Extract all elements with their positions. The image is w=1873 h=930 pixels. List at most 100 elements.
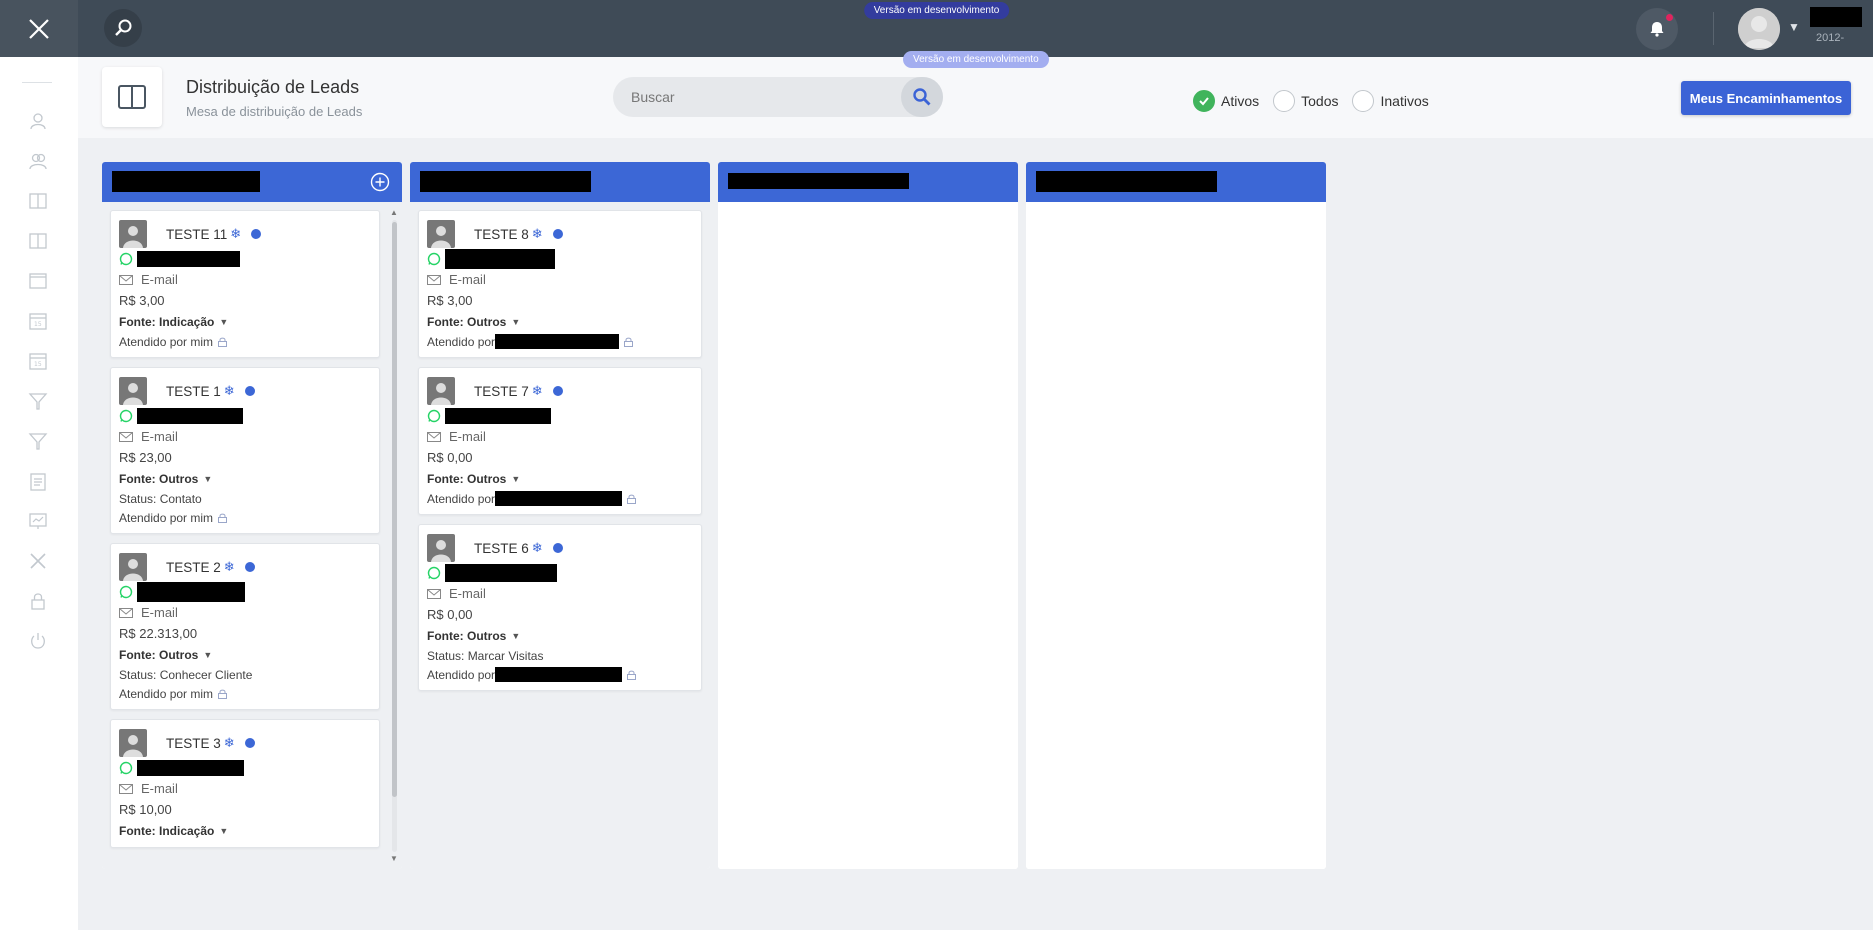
mail-icon bbox=[427, 274, 441, 285]
sidebar-item-presentation[interactable] bbox=[26, 509, 50, 533]
snowflake-icon: ❄ bbox=[223, 383, 235, 398]
sidebar-item-calendar-2[interactable]: 15 bbox=[26, 349, 50, 373]
whatsapp-icon[interactable] bbox=[119, 761, 133, 775]
sidebar-item-filter-2[interactable] bbox=[26, 429, 50, 453]
lead-card[interactable]: TESTE 3 ❄ E-mail R$ 10,00 Fonte: Indicaç… bbox=[110, 719, 380, 848]
sidebar-item-clipboard[interactable] bbox=[26, 469, 50, 493]
column-card-list[interactable] bbox=[1026, 202, 1326, 869]
user-avatar[interactable] bbox=[1738, 8, 1780, 50]
search-button[interactable] bbox=[901, 77, 943, 117]
fonte-value: Outros bbox=[467, 628, 507, 643]
sidebar-item-tools[interactable] bbox=[26, 549, 50, 573]
power-icon bbox=[31, 633, 45, 649]
user-name-redacted bbox=[1810, 7, 1862, 27]
column-card-list[interactable] bbox=[718, 202, 1018, 869]
scroll-down-icon[interactable]: ▼ bbox=[389, 854, 399, 864]
fonte-dropdown[interactable]: Fonte: Outros ▼ bbox=[427, 311, 693, 332]
notifications-button[interactable] bbox=[1636, 8, 1678, 50]
sidebar-item-users[interactable] bbox=[26, 149, 50, 173]
caret-down-icon: ▼ bbox=[511, 473, 521, 484]
whatsapp-icon[interactable] bbox=[119, 252, 133, 266]
lead-email[interactable]: E-mail bbox=[449, 586, 486, 601]
lead-card[interactable]: TESTE 8 ❄ E-mail R$ 3,00 Fonte: Outros ▼ … bbox=[418, 210, 702, 358]
global-search-button[interactable] bbox=[104, 9, 142, 47]
dev-version-badge-secondary: Versão em desenvolvimento bbox=[903, 51, 1049, 68]
status-dot bbox=[552, 229, 563, 239]
filter-todos[interactable]: Todos bbox=[1273, 90, 1338, 112]
filter-ativos[interactable]: Ativos bbox=[1193, 90, 1259, 112]
lock-icon bbox=[627, 494, 637, 504]
fonte-dropdown[interactable]: Fonte: Outros ▼ bbox=[427, 468, 693, 489]
fonte-dropdown[interactable]: Fonte: Indicação ▼ bbox=[119, 311, 371, 332]
presentation-icon bbox=[29, 513, 47, 529]
lead-avatar bbox=[119, 377, 147, 405]
lead-email[interactable]: E-mail bbox=[449, 272, 486, 287]
whatsapp-icon[interactable] bbox=[427, 566, 441, 580]
fonte-dropdown[interactable]: Fonte: Outros ▼ bbox=[427, 625, 693, 646]
fonte-dropdown[interactable]: Fonte: Indicação ▼ bbox=[119, 820, 371, 841]
sidebar-item-book-2[interactable] bbox=[26, 229, 50, 253]
close-button[interactable] bbox=[0, 0, 78, 57]
lead-email[interactable]: E-mail bbox=[141, 781, 178, 796]
atendido-label: Atendido por mim bbox=[119, 686, 214, 701]
lead-card[interactable]: TESTE 6 ❄ E-mail R$ 0,00 Fonte: Outros ▼ … bbox=[418, 524, 702, 691]
sidebar-item-filter[interactable] bbox=[26, 389, 50, 413]
sidebar-item-power[interactable] bbox=[26, 629, 50, 653]
lead-email[interactable]: E-mail bbox=[141, 272, 178, 287]
scroll-up-icon[interactable]: ▲ bbox=[389, 208, 399, 218]
search-icon bbox=[913, 88, 931, 106]
lead-email[interactable]: E-mail bbox=[449, 429, 486, 444]
fonte-label: Fonte: bbox=[119, 471, 156, 486]
caret-down-icon: ▼ bbox=[219, 316, 229, 327]
lead-card[interactable]: TESTE 11 ❄ E-mail R$ 3,00 Fonte: Indicaç… bbox=[110, 210, 380, 358]
page-header: Distribuição de Leads Mesa de distribuiç… bbox=[78, 51, 1873, 138]
lead-name: TESTE 6 bbox=[474, 540, 529, 556]
filter-icon bbox=[28, 393, 48, 410]
column-scrollbar[interactable]: ▲ ▼ bbox=[389, 208, 399, 864]
lead-value: R$ 23,00 bbox=[119, 450, 172, 465]
column-card-list[interactable]: TESTE 11 ❄ E-mail R$ 3,00 Fonte: Indicaç… bbox=[102, 202, 402, 869]
phone-redacted bbox=[445, 248, 555, 269]
lead-email[interactable]: E-mail bbox=[141, 605, 178, 620]
column-title-redacted bbox=[420, 171, 591, 192]
scroll-thumb[interactable] bbox=[392, 222, 397, 797]
sidebar-item-book[interactable] bbox=[26, 189, 50, 213]
fonte-dropdown[interactable]: Fonte: Outros ▼ bbox=[119, 644, 371, 665]
caret-down-icon: ▼ bbox=[203, 473, 213, 484]
whatsapp-icon[interactable] bbox=[427, 409, 441, 423]
phone-redacted bbox=[137, 407, 243, 424]
filter-inativos[interactable]: Inativos bbox=[1352, 90, 1429, 112]
bell-icon bbox=[1650, 22, 1664, 37]
column-card-list[interactable]: TESTE 8 ❄ E-mail R$ 3,00 Fonte: Outros ▼ … bbox=[410, 202, 710, 869]
fonte-dropdown[interactable]: Fonte: Outros ▼ bbox=[119, 468, 371, 489]
lead-name: TESTE 1 bbox=[166, 383, 221, 399]
atendido-label: Atendido por bbox=[427, 334, 496, 349]
whatsapp-icon[interactable] bbox=[119, 409, 133, 423]
sidebar-item-calendar[interactable]: 15 bbox=[26, 309, 50, 333]
phone-redacted bbox=[137, 250, 240, 267]
mail-icon bbox=[119, 783, 133, 794]
clipboard-icon bbox=[30, 473, 46, 491]
mail-icon bbox=[427, 588, 441, 599]
whatsapp-icon[interactable] bbox=[119, 585, 133, 599]
lead-value: R$ 3,00 bbox=[119, 293, 165, 308]
user-menu-chevron-down-icon[interactable]: ▼ bbox=[1788, 20, 1800, 34]
search-input[interactable] bbox=[631, 77, 891, 117]
fonte-value: Outros bbox=[467, 314, 507, 329]
sidebar-item-lock[interactable] bbox=[26, 589, 50, 613]
sidebar-item-user[interactable] bbox=[26, 109, 50, 133]
lead-card[interactable]: TESTE 7 ❄ E-mail R$ 0,00 Fonte: Outros ▼ … bbox=[418, 367, 702, 515]
lead-card[interactable]: TESTE 1 ❄ E-mail R$ 23,00 Fonte: Outros ▼… bbox=[110, 367, 380, 534]
sidebar-item-window[interactable] bbox=[26, 269, 50, 293]
fonte-label: Fonte: bbox=[427, 314, 464, 329]
tools-icon bbox=[30, 553, 46, 569]
caret-down-icon: ▼ bbox=[219, 825, 229, 836]
filter-todos-label: Todos bbox=[1301, 93, 1339, 109]
meus-encaminhamentos-button[interactable]: Meus Encaminhamentos bbox=[1681, 81, 1851, 115]
whatsapp-icon[interactable] bbox=[427, 252, 441, 266]
lead-email[interactable]: E-mail bbox=[141, 429, 178, 444]
filter-ativos-label: Ativos bbox=[1221, 93, 1260, 109]
fonte-value: Outros bbox=[159, 471, 199, 486]
add-circle-icon[interactable] bbox=[370, 172, 390, 192]
lead-card[interactable]: TESTE 2 ❄ E-mail R$ 22.313,00 Fonte: Out… bbox=[110, 543, 380, 710]
